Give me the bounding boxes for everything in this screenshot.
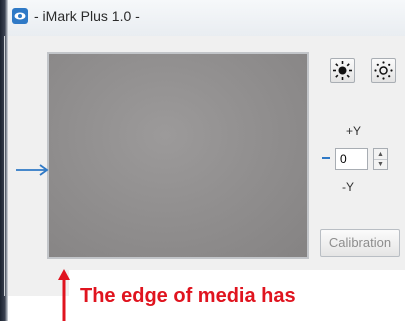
brightness-down-button[interactable] <box>371 58 396 83</box>
brightness-high-icon <box>333 61 352 80</box>
panel-edge <box>4 36 5 296</box>
y-offset-input[interactable]: 0 <box>335 148 368 170</box>
stepper-down-icon[interactable]: ▼ <box>374 159 387 169</box>
up-arrow-icon <box>58 269 70 321</box>
eye-icon <box>12 8 28 24</box>
plus-y-label: +Y <box>346 124 362 138</box>
window-title: - iMark Plus 1.0 - <box>34 8 140 24</box>
minus-y-label: -Y <box>342 180 354 194</box>
right-arrow-icon <box>16 164 49 176</box>
y-offset-stepper[interactable]: ▲ ▼ <box>373 148 388 170</box>
title-bar: - iMark Plus 1.0 - <box>8 0 405 37</box>
calibration-button[interactable]: Calibration <box>320 229 400 257</box>
annotation-text: The edge of media has <box>80 285 296 307</box>
brightness-up-button[interactable] <box>330 58 355 83</box>
minus-marker <box>322 157 330 159</box>
screenshot-stage: - iMark Plus 1.0 - +Y 0 ▲ ▼ -Y Calibrati… <box>0 0 405 321</box>
camera-preview <box>47 52 309 259</box>
brightness-low-icon <box>374 61 393 80</box>
